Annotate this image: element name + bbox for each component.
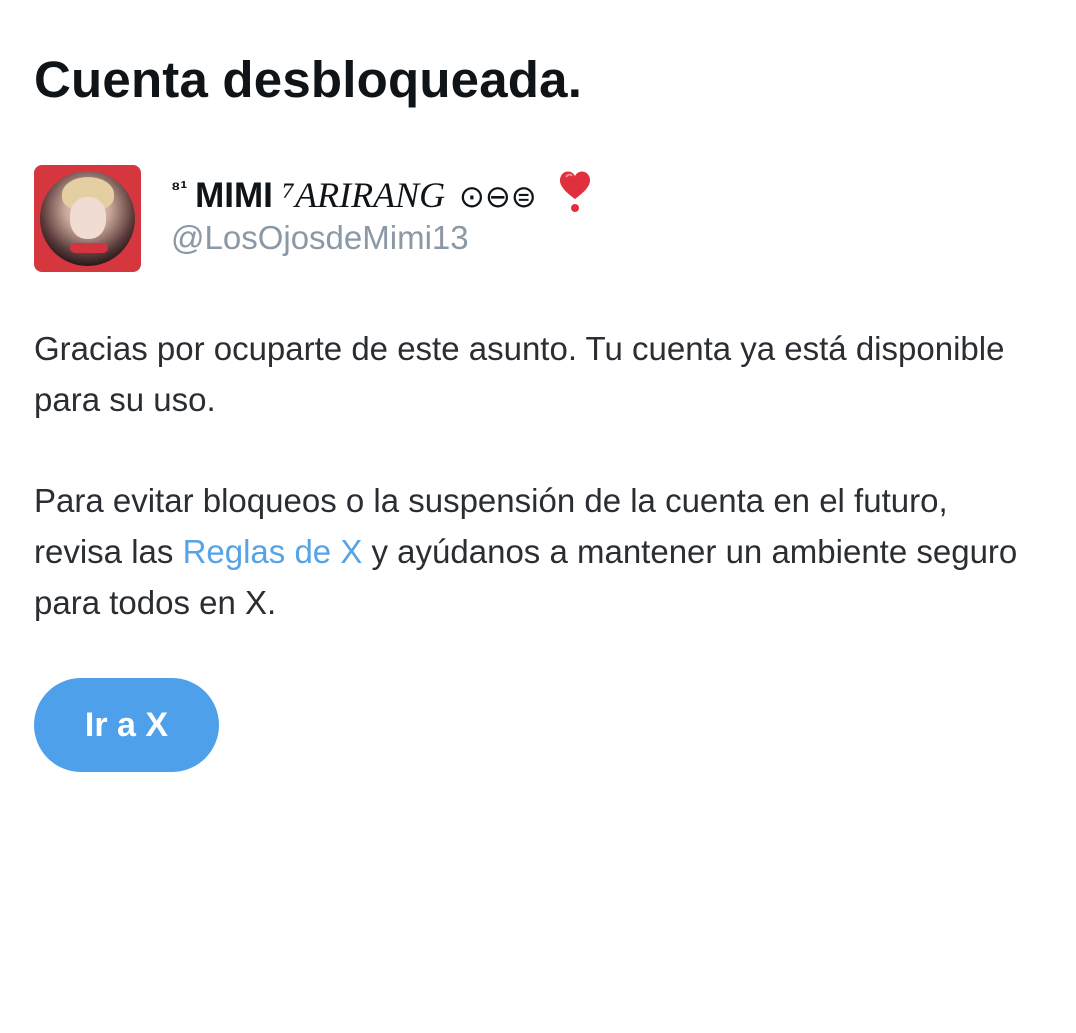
rules-link[interactable]: Reglas de X <box>183 533 363 570</box>
heart-icon <box>559 171 590 212</box>
display-name-italic: ⁷ARIRANG <box>282 175 446 215</box>
page-title: Cuenta desbloqueada. <box>34 51 583 108</box>
go-to-x-button[interactable]: Ir a X <box>34 678 219 772</box>
account-handle: @LosOjosdeMimi13 <box>171 219 469 256</box>
account-card: ⁸¹ MIMI ⁷ARIRANG ⊙⊖⊜ @LosOjosdeMimi13 <box>34 165 834 275</box>
message-paragraph-1: Gracias por ocuparte de este asunto. Tu … <box>34 330 1005 418</box>
avatar <box>34 165 141 272</box>
display-name-main: MIMI <box>195 176 273 215</box>
message-paragraph-2: Para evitar bloqueos o la suspensión de … <box>34 482 1018 621</box>
display-name-symbols: ⊙⊖⊜ <box>458 179 537 215</box>
display-name: ⁸¹ MIMI ⁷ARIRANG ⊙⊖⊜ <box>171 169 593 216</box>
display-name-prefix: ⁸¹ <box>171 178 188 200</box>
avatar-photo <box>40 171 135 266</box>
